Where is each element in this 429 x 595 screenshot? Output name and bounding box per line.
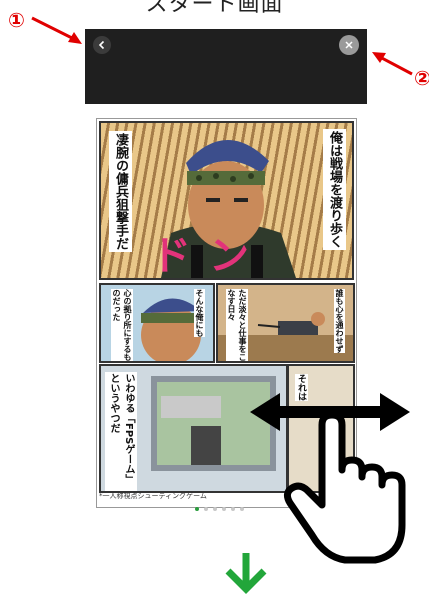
panel3-text-2: 誰も心を通わせず — [334, 289, 345, 353]
marker-one-arrow — [31, 16, 82, 44]
comic-panel-2: 心の拠り所にするものだった そんな俺にも — [99, 283, 215, 363]
chevron-left-icon — [98, 40, 105, 50]
page-dot[interactable] — [204, 507, 208, 511]
page-dot[interactable] — [222, 507, 226, 511]
page-dot[interactable] — [213, 507, 217, 511]
panel1-sfx: ドン — [151, 233, 267, 279]
comic-panel-3: ただ淡々と仕事をこなす日々 誰も心を通わせず — [216, 283, 355, 363]
panel3-text-1: ただ淡々と仕事をこなす日々 — [226, 289, 248, 361]
marker-one: ① — [8, 8, 25, 32]
comic-panel-1: 凄腕の傭兵狙撃手だ 俺は戦場を渡り歩く ドン — [99, 121, 354, 280]
marker-two: ② — [414, 66, 429, 90]
comic-caption: *一人称視点シューティングゲーム — [99, 492, 207, 500]
back-button[interactable] — [93, 36, 111, 54]
top-bar — [85, 29, 367, 104]
panel1-right-text: 俺は戦場を渡り歩く — [323, 129, 346, 250]
panel1-left-text: 凄腕の傭兵狙撃手だ — [109, 131, 132, 252]
marker-two-arrow — [372, 52, 413, 76]
close-icon — [345, 41, 353, 49]
panel2-text-1: 心の拠り所にするものだった — [111, 289, 133, 361]
panel2-text-2: そんな俺にも — [194, 289, 205, 337]
page-indicator — [195, 507, 244, 511]
down-arrow-icon — [225, 553, 267, 594]
swipe-gesture-icon — [250, 393, 410, 564]
page-dot[interactable] — [231, 507, 235, 511]
hand-icon — [283, 411, 406, 564]
panel4-text: いわゆる「FPSゲーム」というやつだ — [105, 372, 137, 491]
page-dot[interactable] — [240, 507, 244, 511]
page-dot[interactable] — [195, 507, 199, 511]
close-button[interactable] — [339, 35, 359, 55]
